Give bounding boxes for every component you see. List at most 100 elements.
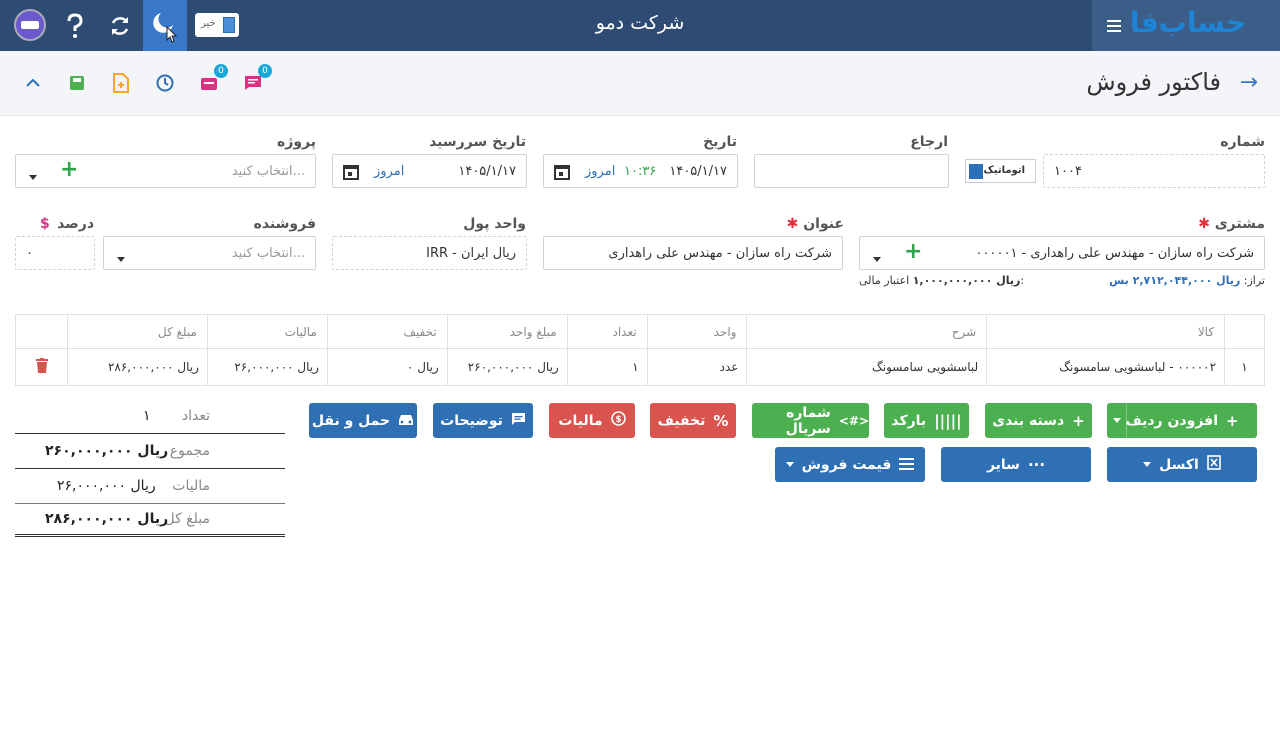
chevron-down-icon[interactable] (29, 169, 37, 184)
shipping-button[interactable]: حمل و نقل (309, 403, 417, 438)
chevron-down-icon (785, 462, 794, 467)
tax-button[interactable]: $ مالیات (549, 403, 635, 438)
percent-label: درصد (57, 216, 94, 232)
date-value: ۱۴۰۵/۱/۱۷ (669, 164, 727, 179)
customer-balance: تراز: ریال ۲,۷۱۲,۰۴۴,۰۰۰ بس (1109, 274, 1265, 287)
totals-tax-row: مالیات ریال ۲۶,۰۰۰,۰۰۰ (15, 471, 285, 504)
row-unit[interactable]: عدد (646, 348, 748, 386)
excel-button[interactable]: اکسل (1107, 447, 1257, 482)
page-header: → فاکتور فروش 0 0 (0, 51, 1280, 116)
auto-label: اتوماتیک (983, 165, 1025, 176)
add-project-icon[interactable]: + (60, 157, 78, 182)
project-select[interactable]: انتخاب کنید... + (15, 154, 316, 188)
serial-number-button[interactable]: <#> شماره سریال (752, 403, 869, 438)
message-badge: 0 (258, 64, 272, 78)
col-total: مبلغ کل (67, 314, 208, 349)
barcode-icon: ||||| (934, 411, 962, 430)
number-field[interactable]: ۱۰۰۴ (1043, 154, 1265, 188)
new-document-icon[interactable] (110, 72, 132, 94)
due-today-link[interactable]: امروز (374, 164, 404, 179)
date-label: تاریخ (703, 134, 737, 150)
other-button[interactable]: ··· سایر (941, 447, 1091, 482)
save-icon[interactable] (66, 72, 88, 94)
reference-label: ارجاع (910, 134, 948, 150)
col-unit-price: مبلغ واحد (446, 314, 568, 349)
col-description: شرح (746, 314, 988, 349)
serial-icon: <#> (838, 413, 869, 428)
chevron-down-icon (1143, 462, 1152, 467)
top-bar: خیر شرکت دمو حساب‌فا (0, 0, 1280, 51)
date-time: ۱۰:۳۶ (624, 164, 657, 179)
percent-icon: % (713, 411, 729, 430)
customer-select[interactable]: ۰۰۰۰۰۱ - شرکت راه سازان - مهندس علی راهد… (859, 236, 1265, 270)
message-icon[interactable]: 0 (242, 64, 272, 94)
auto-number-checkbox[interactable]: اتوماتیک (965, 159, 1036, 183)
col-discount: تخفیف (326, 314, 448, 349)
percent-toggle-icon[interactable]: $ (40, 216, 50, 232)
customer-credit: ریال ۱,۰۰۰,۰۰۰,۰۰۰ اعتبار مالی: (859, 274, 1025, 287)
discount-button[interactable]: % تخفیف (650, 403, 736, 438)
due-date-label: تاریخ سررسید (429, 134, 526, 150)
table-row[interactable]: ۱ ۰۰۰۰۰۲ - لباسشویی سامسونگ لباسشویی سام… (14, 348, 1265, 386)
excel-icon (1207, 455, 1221, 474)
barcode-button[interactable]: ||||| بارکد (884, 403, 969, 438)
percent-field[interactable]: ۰ (15, 236, 95, 270)
car-icon (398, 412, 414, 430)
row-tax[interactable]: ریال ۲۶,۰۰۰,۰۰۰ (206, 348, 328, 386)
row-total: ریال ۲۸۶,۰۰۰,۰۰۰ (67, 348, 208, 386)
totals-sum-row: مجموع ریال ۲۶۰,۰۰۰,۰۰۰ (15, 436, 285, 469)
inbox-badge: 0 (214, 64, 228, 78)
notes-button[interactable]: توضیحات (433, 403, 533, 438)
col-unit: واحد (646, 314, 748, 349)
row-discount[interactable]: ریال ۰ (326, 348, 448, 386)
comment-icon (511, 412, 526, 430)
row-index: ۱ (1224, 348, 1265, 386)
number-label: شماره (1220, 134, 1265, 150)
list-icon (899, 456, 915, 474)
add-row-button[interactable]: + افزودن ردیف (1107, 403, 1257, 438)
add-row-dropdown[interactable] (1107, 403, 1127, 438)
table-header-row: کالا شرح واحد تعداد مبلغ واحد تخفیف مالی… (14, 314, 1265, 349)
delete-row-button[interactable] (14, 348, 69, 386)
add-customer-icon[interactable]: + (904, 239, 922, 264)
calendar-icon[interactable] (343, 164, 359, 180)
app-logo[interactable]: حساب‌فا (1130, 6, 1247, 39)
totals-count-row: تعداد ۱ (15, 401, 285, 434)
customer-label: ✱ مشتری (1198, 216, 1265, 232)
plus-icon: + (1226, 411, 1239, 430)
seller-select[interactable]: انتخاب کنید... (103, 236, 316, 270)
project-label: پروژه (277, 134, 316, 150)
date-today-link[interactable]: امروز (585, 164, 615, 179)
trash-icon[interactable] (35, 358, 48, 373)
reference-field[interactable] (754, 154, 949, 188)
more-icon: ··· (1027, 455, 1046, 474)
plus-icon: + (1072, 411, 1085, 430)
currency-label: واحد پول (463, 216, 526, 232)
totals-grand-row: مبلغ کل ریال ۲۸۶,۰۰۰,۰۰۰ (15, 504, 285, 537)
due-date-value: ۱۴۰۵/۱/۱۷ (458, 164, 516, 179)
svg-text:$: $ (615, 415, 621, 425)
chevron-down-icon[interactable] (117, 251, 125, 266)
items-table: کالا شرح واحد تعداد مبلغ واحد تخفیف مالی… (14, 314, 1265, 386)
row-quantity[interactable]: ۱ (566, 348, 648, 386)
row-unit-price[interactable]: ریال ۲۶۰,۰۰۰,۰۰۰ (446, 348, 568, 386)
title-field[interactable]: شرکت راه سازان - مهندس علی راهداری (543, 236, 843, 270)
row-item[interactable]: ۰۰۰۰۰۲ - لباسشویی سامسونگ (986, 348, 1226, 386)
inbox-icon[interactable]: 0 (198, 64, 228, 94)
row-description[interactable]: لباسشویی سامسونگ (746, 348, 988, 386)
due-date-field[interactable]: ۱۴۰۵/۱/۱۷ امروز (332, 154, 527, 188)
sale-price-button[interactable]: قیمت فروش (775, 447, 925, 482)
date-field[interactable]: ۱۴۰۵/۱/۱۷ ۱۰:۳۶ امروز (543, 154, 738, 188)
calendar-icon[interactable] (554, 164, 570, 180)
history-icon[interactable] (154, 72, 176, 94)
back-arrow-icon[interactable]: → (1240, 70, 1258, 95)
col-quantity: تعداد (566, 314, 648, 349)
company-title: شرکت دمو (595, 12, 685, 34)
currency-field: IRR - ریال ایران (332, 236, 527, 270)
dollar-icon: $ (610, 411, 626, 430)
collapse-icon[interactable] (22, 72, 44, 94)
chevron-down-icon[interactable] (873, 251, 881, 266)
category-button[interactable]: + دسته بندی (985, 403, 1092, 438)
col-item: کالا (986, 314, 1226, 349)
title-label: ✱ عنوان (786, 216, 844, 232)
